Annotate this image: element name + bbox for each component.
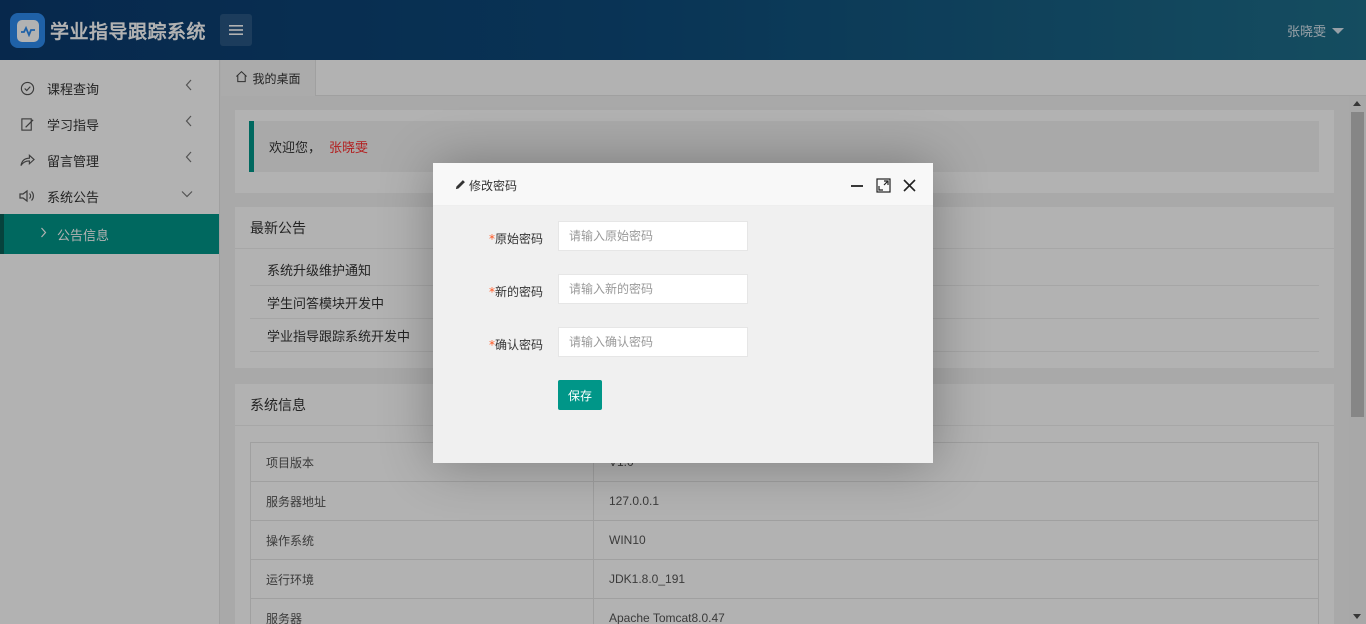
form-row-confirm-password: *确认密码: [433, 327, 933, 357]
form-row-old-password: *原始密码: [433, 221, 933, 251]
close-icon: [902, 178, 916, 192]
confirm-password-input[interactable]: [558, 327, 748, 357]
new-password-input[interactable]: [558, 274, 748, 304]
minimize-icon: [851, 185, 863, 187]
close-button[interactable]: [901, 177, 917, 193]
new-password-label: *新的密码: [488, 285, 543, 299]
maximize-button[interactable]: [875, 177, 891, 193]
old-password-label: *原始密码: [488, 232, 543, 246]
pencil-icon: [455, 179, 466, 193]
minimize-button[interactable]: [849, 177, 865, 193]
dialog-header[interactable]: 修改密码: [433, 163, 933, 206]
maximize-icon: [875, 177, 891, 193]
form-row-new-password: *新的密码: [433, 274, 933, 304]
old-password-input[interactable]: [558, 221, 748, 251]
dialog-title: 修改密码: [455, 177, 517, 194]
dialog-title-text: 修改密码: [469, 179, 518, 193]
change-password-dialog: 修改密码 *原始密码 *新的密码 *确认密码 保存: [433, 163, 933, 463]
confirm-password-label: *确认密码: [488, 338, 543, 352]
save-button[interactable]: 保存: [558, 380, 602, 410]
